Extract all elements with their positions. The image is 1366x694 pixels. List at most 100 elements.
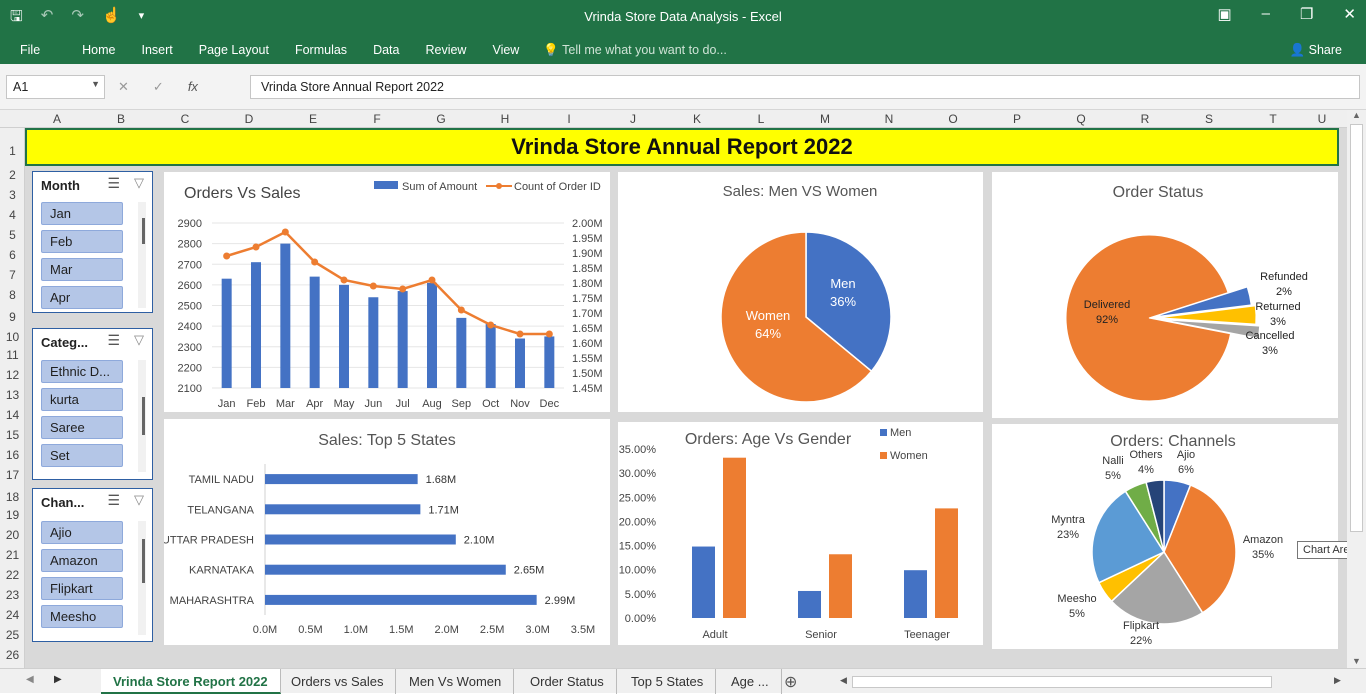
slicer-item[interactable]: Set bbox=[41, 444, 123, 467]
ribbon-display-icon[interactable]: ▣ bbox=[1217, 5, 1231, 23]
column-header[interactable]: F bbox=[367, 112, 387, 126]
column-header[interactable]: R bbox=[1135, 112, 1155, 126]
slicer-category[interactable]: Categ... ☰ ▽ Ethnic D... kurta Saree Set bbox=[32, 328, 153, 480]
row-header[interactable]: 12 bbox=[0, 368, 25, 382]
minimize-icon[interactable]: – bbox=[1262, 5, 1270, 23]
row-header[interactable]: 14 bbox=[0, 408, 25, 422]
row-header[interactable]: 3 bbox=[0, 188, 25, 202]
row-header[interactable]: 24 bbox=[0, 608, 25, 622]
sheet-tab-top-5-states[interactable]: Top 5 States bbox=[619, 669, 717, 694]
tab-page-layout[interactable]: Page Layout bbox=[199, 43, 269, 57]
close-icon[interactable]: ✕ bbox=[1343, 5, 1356, 23]
scroll-up-icon[interactable]: ▲ bbox=[1352, 110, 1361, 120]
column-header[interactable]: E bbox=[303, 112, 323, 126]
clear-filter-icon[interactable]: ▽ bbox=[134, 492, 144, 508]
clear-filter-icon[interactable]: ▽ bbox=[134, 175, 144, 191]
column-header[interactable]: S bbox=[1199, 112, 1219, 126]
slicer-month[interactable]: Month ☰ ▽ Jan Feb Mar Apr bbox=[32, 171, 153, 313]
column-header[interactable]: J bbox=[623, 112, 643, 126]
row-header[interactable]: 25 bbox=[0, 628, 25, 642]
row-header[interactable]: 6 bbox=[0, 248, 25, 262]
row-header[interactable]: 10 bbox=[0, 330, 25, 344]
tab-file[interactable]: File bbox=[20, 43, 40, 57]
formula-input[interactable]: Vrinda Store Annual Report 2022 bbox=[250, 75, 1360, 99]
column-header[interactable]: G bbox=[431, 112, 451, 126]
hscroll-left-icon[interactable]: ◀ bbox=[840, 675, 847, 686]
tab-data[interactable]: Data bbox=[373, 43, 399, 57]
row-header[interactable]: 15 bbox=[0, 428, 25, 442]
sheet-tab-men-vs-women[interactable]: Men Vs Women bbox=[397, 669, 515, 694]
column-header[interactable]: I bbox=[559, 112, 579, 126]
hscroll-right-icon[interactable]: ▶ bbox=[1334, 675, 1341, 686]
share-button[interactable]: 👤 Share bbox=[1290, 43, 1342, 58]
row-header[interactable]: 2 bbox=[0, 168, 25, 182]
add-sheet-icon[interactable]: ⊕ bbox=[784, 672, 797, 692]
enter-icon[interactable]: ✓ bbox=[153, 79, 164, 95]
slicer-channel[interactable]: Chan... ☰ ▽ Ajio Amazon Flipkart Meesho bbox=[32, 488, 153, 642]
tab-formulas[interactable]: Formulas bbox=[295, 43, 347, 57]
scroll-down-icon[interactable]: ▼ bbox=[1352, 656, 1361, 666]
row-header[interactable]: 5 bbox=[0, 228, 25, 242]
restore-icon[interactable]: ❐ bbox=[1300, 5, 1313, 23]
row-header[interactable]: 9 bbox=[0, 310, 25, 324]
slicer-item[interactable]: Ajio bbox=[41, 521, 123, 544]
tab-scroll-left-icon[interactable]: ◀ bbox=[26, 674, 34, 685]
slicer-item[interactable]: Flipkart bbox=[41, 577, 123, 600]
column-header[interactable]: L bbox=[751, 112, 771, 126]
slicer-item[interactable]: Ethnic D... bbox=[41, 360, 123, 383]
row-header[interactable]: 21 bbox=[0, 548, 25, 562]
row-header[interactable]: 22 bbox=[0, 568, 25, 582]
column-header[interactable]: A bbox=[47, 112, 67, 126]
slicer-item[interactable]: Mar bbox=[41, 258, 123, 281]
column-header[interactable]: B bbox=[111, 112, 131, 126]
slicer-item[interactable]: Saree bbox=[41, 416, 123, 439]
row-header[interactable]: 19 bbox=[0, 508, 25, 522]
row-header[interactable]: 4 bbox=[0, 208, 25, 222]
tab-review[interactable]: Review bbox=[425, 43, 466, 57]
insert-function-icon[interactable]: fx bbox=[188, 79, 198, 95]
row-header[interactable]: 26 bbox=[0, 648, 25, 662]
age-vs-gender-chart[interactable]: Orders: Age Vs Gender Men Women 35.00% 30.00… bbox=[618, 422, 983, 645]
tab-insert[interactable]: Insert bbox=[142, 43, 173, 57]
tab-scroll-right-icon[interactable]: ▶ bbox=[54, 674, 62, 685]
slicer-item[interactable]: Meesho bbox=[41, 605, 123, 628]
sheet-tab-orders-vs-sales[interactable]: Orders vs Sales bbox=[279, 669, 397, 694]
slicer-item[interactable]: kurta bbox=[41, 388, 123, 411]
men-vs-women-chart[interactable]: Sales: Men VS Women Men 36% Women 64% bbox=[618, 172, 983, 412]
clear-filter-icon[interactable]: ▽ bbox=[134, 332, 144, 348]
tab-home[interactable]: Home bbox=[82, 43, 115, 57]
column-header[interactable]: Q bbox=[1071, 112, 1091, 126]
multi-select-icon[interactable]: ☰ bbox=[107, 332, 120, 349]
column-header[interactable]: P bbox=[1007, 112, 1027, 126]
report-title-cell[interactable]: Vrinda Store Annual Report 2022 bbox=[25, 128, 1339, 166]
multi-select-icon[interactable]: ☰ bbox=[107, 175, 120, 192]
slicer-item[interactable]: Amazon bbox=[41, 549, 123, 572]
column-header[interactable]: H bbox=[495, 112, 515, 126]
top-states-chart[interactable]: Sales: Top 5 States 0.0M 0.5M 1.0M 1.5M 2.0M 2… bbox=[162, 419, 610, 645]
orders-vs-sales-chart[interactable]: Orders Vs Sales Sum of Amount Count of Ord… bbox=[164, 172, 610, 412]
cancel-icon[interactable]: ✕ bbox=[118, 79, 129, 95]
slicer-item[interactable]: Feb bbox=[41, 230, 123, 253]
column-header[interactable]: K bbox=[687, 112, 707, 126]
multi-select-icon[interactable]: ☰ bbox=[107, 492, 120, 509]
row-header[interactable]: 18 bbox=[0, 490, 25, 504]
row-header[interactable]: 23 bbox=[0, 588, 25, 602]
row-header[interactable]: 16 bbox=[0, 448, 25, 462]
vertical-scrollbar[interactable]: ▲ ▼ bbox=[1347, 110, 1366, 668]
order-status-chart[interactable]: Order Status Delivered 92% Refunded 2% Return… bbox=[992, 172, 1338, 418]
row-header[interactable]: 1 bbox=[0, 144, 25, 158]
slicer-scroll-thumb[interactable] bbox=[142, 539, 145, 583]
scroll-thumb[interactable] bbox=[1350, 124, 1363, 532]
column-header[interactable]: O bbox=[943, 112, 963, 126]
column-header[interactable]: T bbox=[1263, 112, 1283, 126]
column-header[interactable]: D bbox=[239, 112, 259, 126]
column-header[interactable]: C bbox=[175, 112, 195, 126]
channels-chart[interactable]: Orders: Channels Ajio 6% Amazon 35% Flipkart 2… bbox=[992, 424, 1338, 649]
slicer-item[interactable]: Jan bbox=[41, 202, 123, 225]
sheet-tab-age[interactable]: Age ... bbox=[719, 669, 782, 694]
sheet-tab-report[interactable]: Vrinda Store Report 2022 bbox=[101, 669, 281, 694]
tell-me-input[interactable]: 💡 Tell me what you want to do... bbox=[543, 43, 726, 58]
column-header[interactable]: N bbox=[879, 112, 899, 126]
row-header[interactable]: 17 bbox=[0, 468, 25, 482]
chevron-down-icon[interactable]: ▼ bbox=[91, 79, 100, 89]
